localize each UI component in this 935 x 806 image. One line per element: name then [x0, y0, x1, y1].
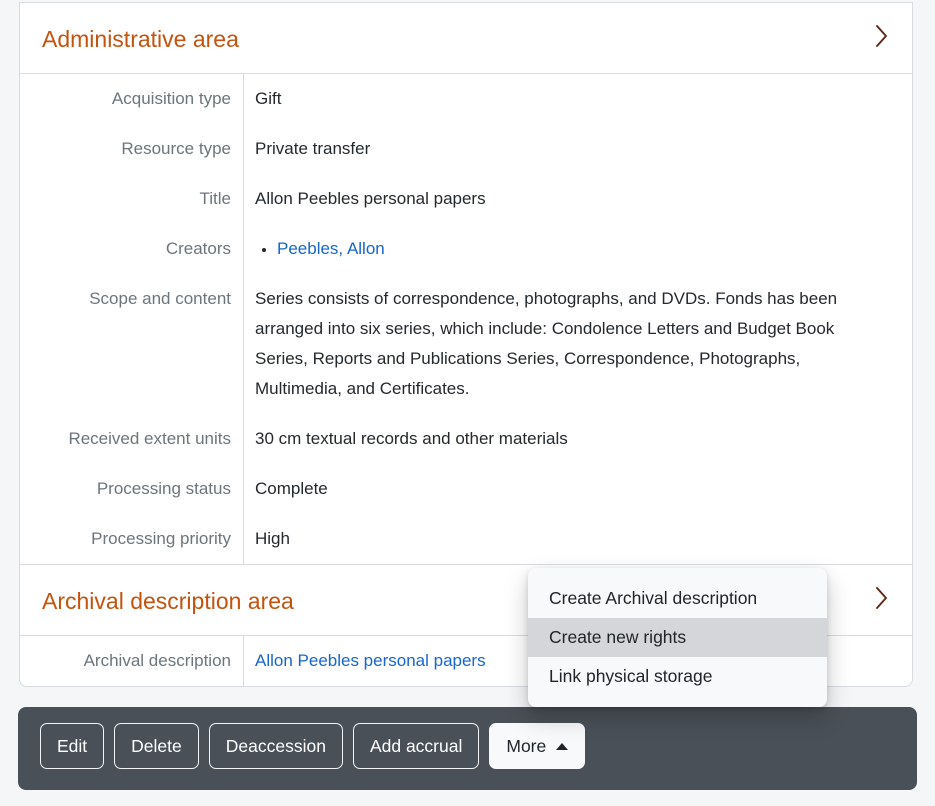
creators-list-item: Peebles, Allon	[277, 234, 881, 264]
add-accrual-button[interactable]: Add accrual	[353, 723, 479, 769]
field-value: 30 cm textual records and other material…	[244, 414, 899, 464]
archival-description-link[interactable]: Allon Peebles personal papers	[255, 651, 486, 670]
deaccession-button[interactable]: Deaccession	[209, 723, 343, 769]
more-dropdown-menu: Create Archival description Create new r…	[528, 568, 827, 707]
caret-up-icon	[556, 743, 568, 750]
field-label: Acquisition type	[20, 74, 244, 124]
field-value: High	[244, 514, 899, 564]
field-label: Resource type	[20, 124, 244, 174]
section-header-administrative-area[interactable]: Administrative area	[20, 3, 912, 74]
menu-item-link-physical-storage[interactable]: Link physical storage	[528, 657, 827, 696]
field-row-processing-status: Processing status Complete	[20, 464, 912, 514]
administrative-area-title: Administrative area	[42, 24, 239, 54]
field-row-creators: Creators Peebles, Allon	[20, 224, 912, 274]
field-label: Creators	[20, 224, 244, 274]
field-label: Scope and content	[20, 274, 244, 414]
more-button-label: More	[506, 734, 546, 758]
field-row-processing-priority: Processing priority High	[20, 514, 912, 564]
menu-item-create-archival-description[interactable]: Create Archival description	[528, 579, 827, 618]
archival-description-area-title: Archival description area	[42, 586, 294, 616]
field-row-received-extent-units: Received extent units 30 cm textual reco…	[20, 414, 912, 464]
field-row-scope-and-content: Scope and content Series consists of cor…	[20, 274, 912, 414]
chevron-right-icon	[870, 583, 892, 618]
chevron-right-icon	[870, 21, 892, 56]
field-label: Processing priority	[20, 514, 244, 564]
field-label: Title	[20, 174, 244, 224]
field-label: Processing status	[20, 464, 244, 514]
edit-button[interactable]: Edit	[40, 723, 104, 769]
field-label: Archival description	[20, 636, 244, 686]
creator-link[interactable]: Peebles, Allon	[277, 239, 385, 258]
field-value: Peebles, Allon	[244, 224, 899, 274]
field-value: Series consists of correspondence, photo…	[244, 274, 899, 414]
menu-item-create-new-rights[interactable]: Create new rights	[528, 618, 827, 657]
creators-list: Peebles, Allon	[255, 234, 881, 264]
delete-button[interactable]: Delete	[114, 723, 199, 769]
field-value: Private transfer	[244, 124, 899, 174]
action-bar: Edit Delete Deaccession Add accrual More	[18, 707, 917, 790]
field-label: Received extent units	[20, 414, 244, 464]
field-row-acquisition-type: Acquisition type Gift	[20, 74, 912, 124]
field-value: Complete	[244, 464, 899, 514]
more-button[interactable]: More	[489, 723, 585, 769]
field-value: Gift	[244, 74, 899, 124]
field-row-resource-type: Resource type Private transfer	[20, 124, 912, 174]
field-row-title: Title Allon Peebles personal papers	[20, 174, 912, 224]
field-value: Allon Peebles personal papers	[244, 174, 899, 224]
